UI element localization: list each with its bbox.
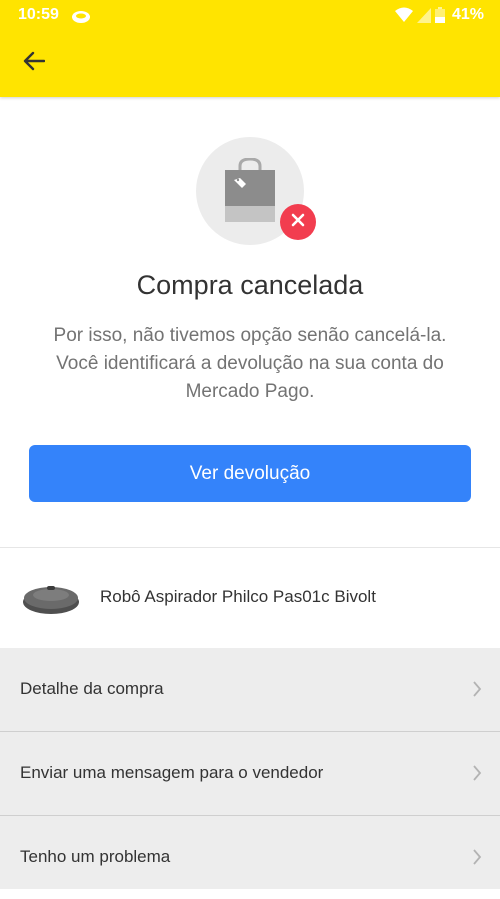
battery-level: 41% (451, 6, 484, 23)
status-time: 10:59 (18, 6, 59, 23)
menu-item-label: Enviar uma mensagem para o vendedor (20, 763, 324, 782)
view-refund-button[interactable]: Ver devolução (29, 445, 471, 502)
chevron-right-icon (472, 848, 482, 871)
status-title: Compra cancelada (136, 270, 364, 300)
description-line: Você identificará a devolução na sua con… (56, 353, 444, 374)
menu-item-report-problem[interactable]: Tenho um problema (0, 816, 500, 899)
app-header: 10:59 41% (0, 0, 500, 97)
chevron-right-icon (472, 764, 482, 787)
cancel-badge (280, 204, 316, 240)
product-name: Robô Aspirador Philco Pas01c Bivolt (100, 587, 376, 606)
menu-item-label: Tenho um problema (20, 847, 171, 866)
status-description: Por isso, não tivemos opção senão cancel… (30, 322, 470, 406)
notification-icon (71, 7, 91, 25)
shopping-bag-icon (224, 157, 276, 229)
arrow-left-icon (23, 51, 46, 76)
close-icon (291, 213, 305, 232)
menu-item-label: Detalhe da compra (20, 679, 164, 698)
robot-vacuum-image (22, 580, 80, 621)
back-button[interactable] (16, 45, 52, 81)
wifi-icon (394, 7, 413, 23)
menu-item-message-seller[interactable]: Enviar uma mensagem para o vendedor (0, 732, 500, 815)
battery-icon (434, 7, 445, 23)
status-icons: 41% (394, 6, 484, 24)
order-actions-menu: Detalhe da compra Enviar uma mensagem pa… (0, 648, 500, 889)
chevron-right-icon (472, 680, 482, 703)
signal-icon (416, 7, 431, 23)
description-line: Por isso, não tivemos opção senão cancel… (53, 325, 447, 346)
status-bar: 10:59 41% (0, 0, 500, 32)
description-line: Mercado Pago. (185, 381, 315, 402)
menu-item-purchase-details[interactable]: Detalhe da compra (0, 648, 500, 731)
